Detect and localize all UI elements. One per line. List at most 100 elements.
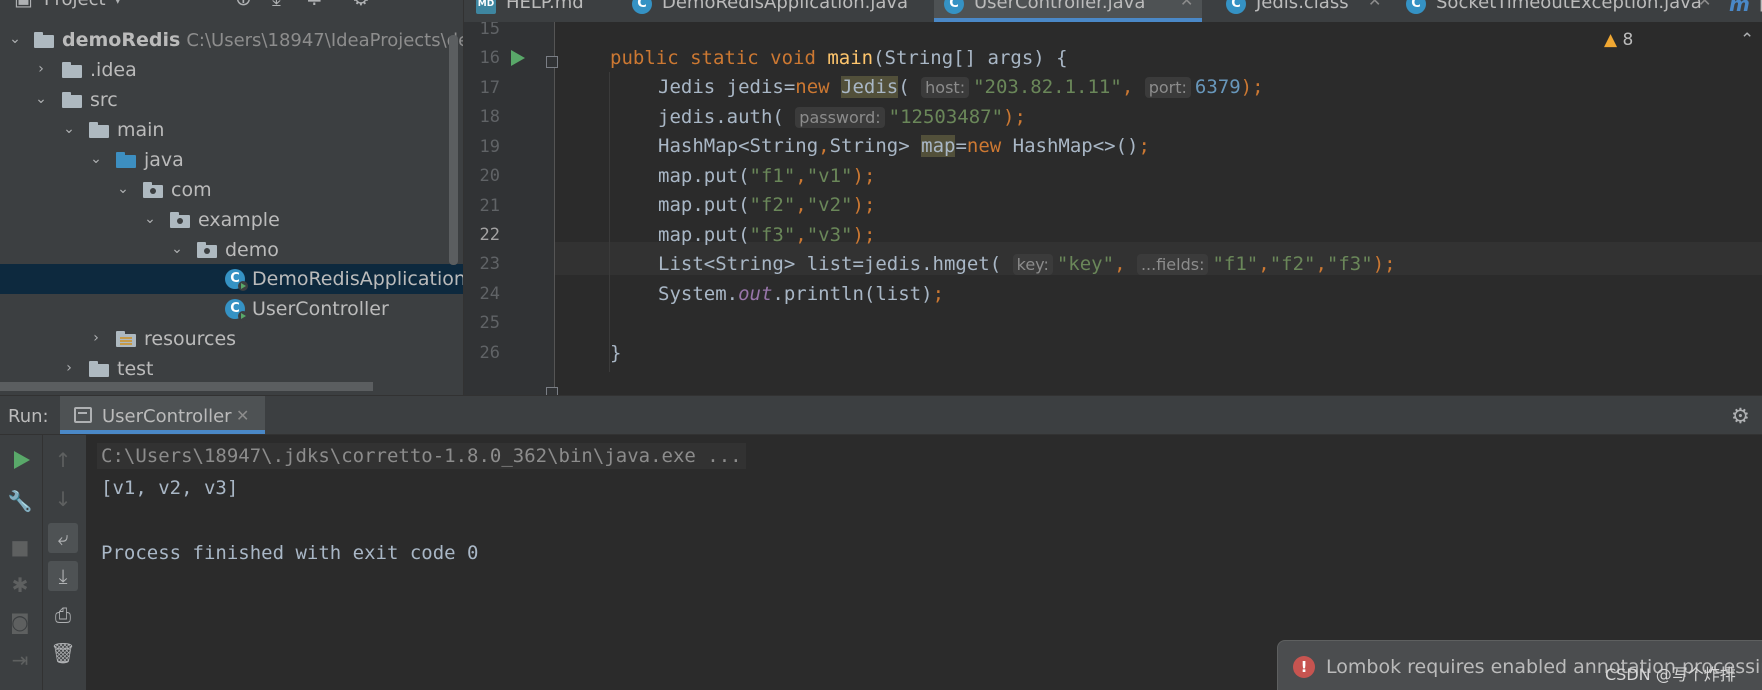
- tree-item-java[interactable]: ⌄ java: [0, 145, 463, 175]
- close-icon[interactable]: ✕: [1180, 0, 1193, 10]
- close-icon[interactable]: ✕: [236, 406, 249, 425]
- tree-item-test[interactable]: › test: [0, 354, 463, 384]
- code-token: );: [852, 224, 876, 246]
- markdown-icon: MD: [476, 0, 496, 14]
- chevron-down-icon[interactable]: ⌄: [34, 89, 48, 109]
- code-token: HashMap<String: [658, 135, 819, 157]
- spring-boot-class-icon: C: [225, 269, 248, 291]
- tree-item-main[interactable]: ⌄ main: [0, 115, 463, 145]
- gear-icon[interactable]: ⚙: [352, 0, 370, 10]
- code-token: Jedis: [841, 76, 899, 98]
- chevron-down-icon[interactable]: ⌄: [62, 119, 76, 139]
- warning-icon: ▲: [1604, 30, 1618, 50]
- close-icon[interactable]: ✕: [1698, 0, 1711, 10]
- code-token: );: [852, 194, 876, 216]
- trash-icon[interactable]: 🗑: [48, 638, 78, 668]
- minimize-icon[interactable]: —: [386, 0, 406, 10]
- run-tab-usercontroller[interactable]: UserController ✕: [60, 396, 265, 434]
- chevron-up-icon[interactable]: ⌃: [1740, 30, 1754, 50]
- tree-item-label: resources: [144, 328, 237, 350]
- chevron-right-icon[interactable]: ›: [89, 328, 103, 348]
- arrow-up-icon[interactable]: ↑: [48, 445, 78, 475]
- code-line-19: HashMap<String,String> map=new HashMap<>…: [658, 135, 1150, 157]
- project-title[interactable]: Project: [44, 0, 106, 10]
- chevron-down-icon[interactable]: ⌄: [116, 179, 130, 199]
- vertical-scrollbar[interactable]: [449, 35, 458, 265]
- gear-icon[interactable]: ⚙: [1731, 404, 1750, 428]
- code-token: map.put(: [658, 224, 750, 246]
- chevron-right-icon[interactable]: ›: [34, 59, 48, 79]
- code-token: ,: [1258, 253, 1270, 275]
- code-token: "f2": [1269, 253, 1316, 275]
- debug-icon[interactable]: ✱: [5, 570, 35, 600]
- code-token: );: [1372, 253, 1396, 275]
- code-token: =: [955, 135, 967, 157]
- expand-icon[interactable]: ≑: [306, 0, 323, 10]
- code-line-23: List<String> list=jedis.hmget( key: "key"…: [658, 253, 1396, 275]
- package-icon: [170, 212, 190, 228]
- class-icon: C: [632, 0, 652, 14]
- line-number: 26: [479, 343, 500, 363]
- tree-item-idea[interactable]: › .idea: [0, 55, 463, 85]
- run-gutter-icon[interactable]: [511, 50, 525, 66]
- wrench-icon[interactable]: 🔧: [5, 486, 35, 516]
- tree-item-usercontroller[interactable]: C UserController: [0, 294, 463, 324]
- code-token: ,: [1121, 76, 1134, 98]
- arrow-down-icon[interactable]: ↓: [48, 484, 78, 514]
- class-icon: C: [225, 299, 248, 321]
- folder-icon: [89, 122, 109, 138]
- horizontal-scrollbar[interactable]: [0, 382, 373, 391]
- tree-item-label: demoRedis: [62, 29, 181, 51]
- code-line-26: }: [610, 342, 621, 364]
- tab-help-md[interactable]: MD HELP.md: [476, 0, 611, 22]
- tree-item-demoredis[interactable]: ⌄ demoRedis C:\Users\18947\IdeaProjects\…: [0, 25, 463, 55]
- code-token: 6379: [1194, 76, 1241, 98]
- project-tool-window: ▣ Project ▼ ⊕ ⤓ ≑ ⚙ — ⌄ demoRedis C:\Use…: [0, 0, 463, 395]
- camera-icon[interactable]: ◙: [5, 607, 35, 637]
- tab-usercontroller[interactable]: C UserController.java ✕: [934, 0, 1202, 22]
- code-token: );: [852, 165, 876, 187]
- fold-marker-icon[interactable]: [546, 56, 558, 68]
- exit-icon[interactable]: ⇥: [5, 645, 35, 675]
- scroll-to-end-icon[interactable]: ⤓: [48, 561, 78, 591]
- line-number: 19: [479, 137, 500, 157]
- print-icon[interactable]: ⎙: [48, 600, 78, 630]
- tree-item-resources[interactable]: › resources: [0, 324, 463, 354]
- fold-marker-icon[interactable]: [546, 387, 558, 395]
- tree-item-example[interactable]: ⌄ example: [0, 205, 463, 235]
- package-icon: [197, 242, 217, 258]
- code-line-17: Jedis jedis=new Jedis( host: "203.82.1.11…: [658, 76, 1264, 98]
- folder-icon: [89, 361, 109, 377]
- chevron-down-icon[interactable]: ⌄: [143, 209, 157, 229]
- line-number: 18: [479, 107, 500, 127]
- tree-item-com[interactable]: ⌄ com: [0, 175, 463, 205]
- tab-demoredisapplication[interactable]: C DemoRedisApplication.java: [632, 0, 912, 22]
- locate-icon[interactable]: ⊕: [235, 0, 252, 10]
- tab-label: UserController.java: [974, 0, 1146, 13]
- collapse-all-icon[interactable]: ⤓: [272, 0, 281, 10]
- close-icon[interactable]: ✕: [1368, 0, 1381, 10]
- tree-item-demoredisapplication[interactable]: C DemoRedisApplication: [0, 264, 463, 294]
- chevron-down-icon[interactable]: ⌄: [8, 29, 22, 49]
- chevron-down-icon[interactable]: ⌄: [170, 239, 184, 259]
- run-label: Run:: [8, 406, 49, 427]
- inspection-widget[interactable]: ▲ 8: [1604, 30, 1633, 50]
- code-line-20: map.put("f1","v1");: [658, 165, 875, 187]
- line-number: 25: [479, 313, 500, 333]
- rerun-icon[interactable]: [14, 451, 30, 469]
- code-editor[interactable]: 15 16 17 18 19 20 21 22 23 24 25 26 publ…: [464, 22, 1762, 395]
- soft-wrap-icon[interactable]: ⤶: [48, 523, 78, 553]
- console-line: Process finished with exit code 0: [101, 542, 479, 564]
- run-tool-header: Run: UserController ✕ ⚙: [0, 395, 1762, 435]
- tree-item-label: main: [117, 119, 165, 141]
- tree-item-demo[interactable]: ⌄ demo: [0, 235, 463, 265]
- line-number: 15: [479, 22, 500, 39]
- tab-jedis-class[interactable]: C Jedis.class ✕: [1226, 0, 1386, 22]
- dropdown-icon[interactable]: ▼: [112, 0, 124, 6]
- stop-icon[interactable]: ■: [5, 532, 35, 562]
- chevron-right-icon[interactable]: ›: [62, 358, 76, 378]
- tab-sockettimeoutexception[interactable]: C SocketTimeoutException.java ✕: [1406, 0, 1716, 22]
- tree-item-src[interactable]: ⌄ src: [0, 85, 463, 115]
- tab-pom[interactable]: m p: [1729, 0, 1762, 22]
- chevron-down-icon[interactable]: ⌄: [89, 149, 103, 169]
